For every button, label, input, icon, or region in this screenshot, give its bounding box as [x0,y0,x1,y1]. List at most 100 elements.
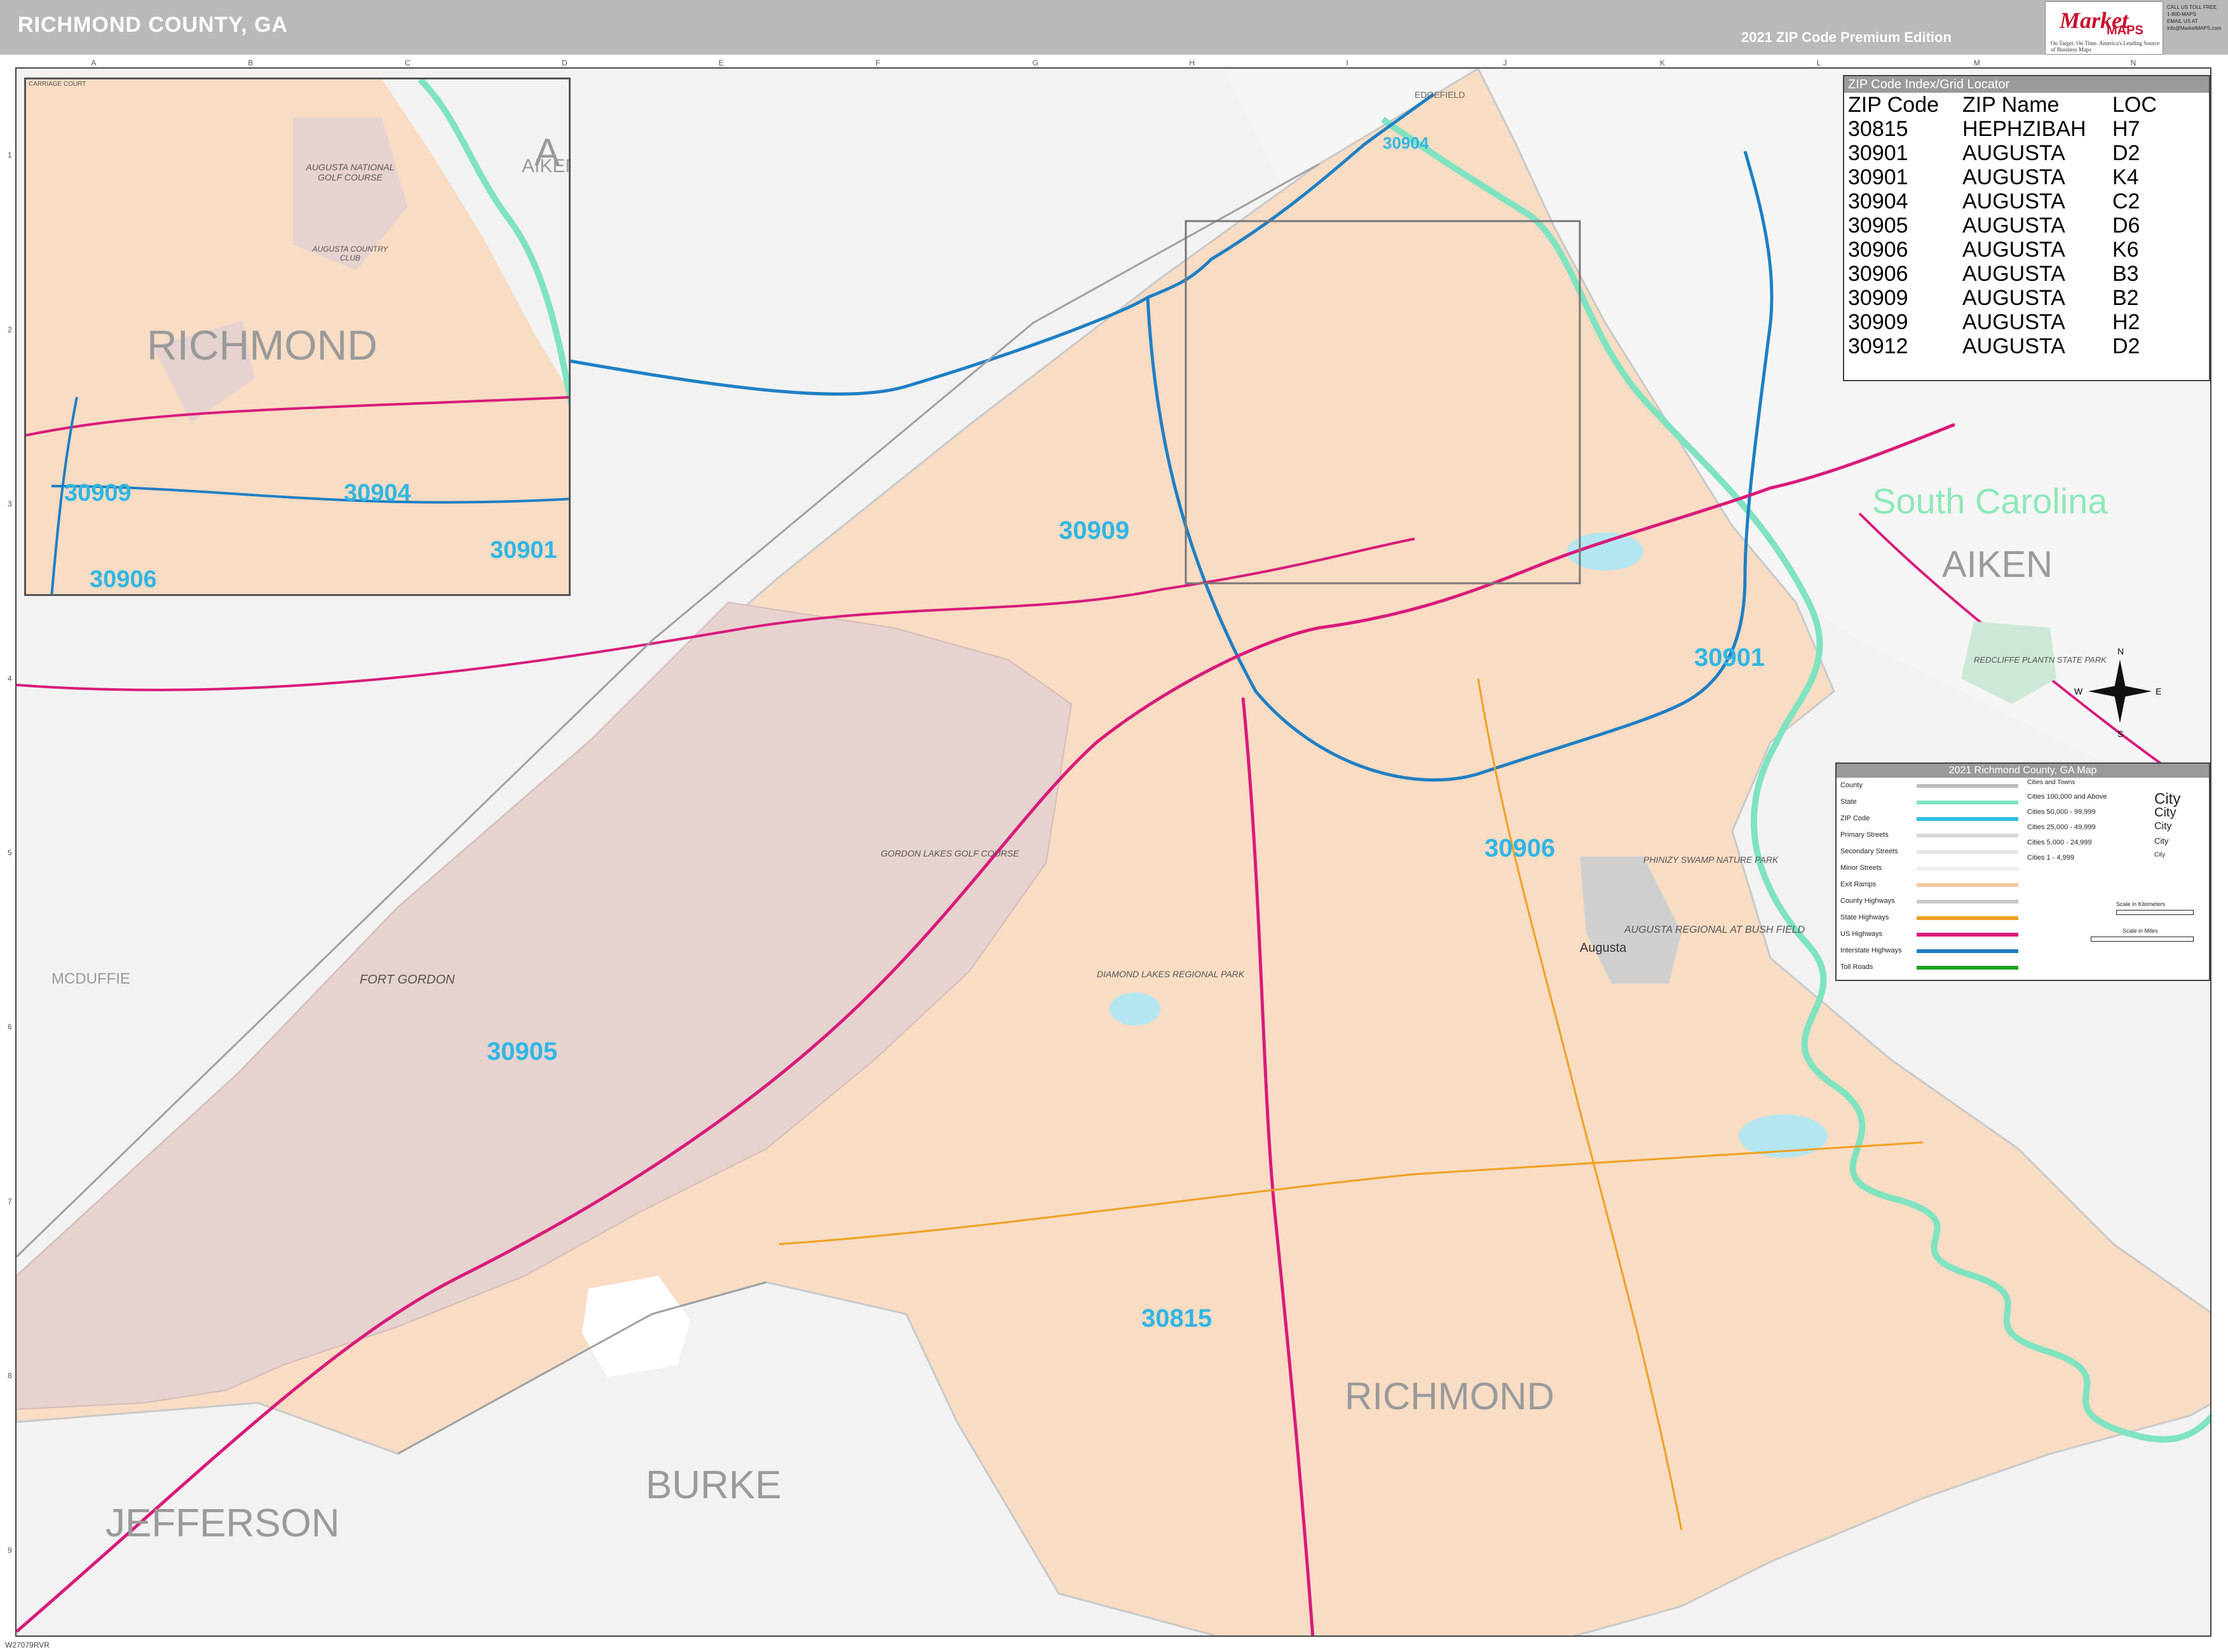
legend-item-label: Primary Streets [1840,831,1889,839]
county-label-aiken: AIKEN [1942,544,2053,585]
grid-row-label: 4 [8,674,12,683]
legend-item-label: US Highways [1840,930,1883,938]
legend-item-swatch [1917,867,2018,870]
grid-row-label: 1 [8,151,12,160]
zip-index-row: 30909 AUGUSTA H2 [1848,310,2189,334]
grid-column-label: H [1189,58,1195,67]
legend-cities-heading: Cities and Towns [2027,779,2075,786]
zip-index-col-zip: ZIP Code [1848,93,1939,117]
county-label-richmond: RICHMOND [1345,1375,1554,1418]
compass-s: S [2117,729,2123,739]
city-label-augusta: Augusta [1580,941,1627,955]
grid-row-label: 3 [8,499,12,509]
contact-line: info@MarketMAPS.com [2167,25,2222,31]
zip-code-cell: 30815 [1848,117,1908,141]
zip-name-cell: AUGUSTA [1962,262,2065,286]
place-label: AUGUSTA REGIONAL AT BUSH FIELD [1624,924,1805,935]
zip-label: 30909 [1059,517,1129,545]
zip-label: 30815 [1141,1304,1212,1332]
legend-scale-mi: Scale in Miles [2123,928,2158,934]
zip-name-cell: AUGUSTA [1962,334,2065,358]
grid-column-label: C [405,58,411,67]
grid-column-label: M [1973,58,1980,67]
legend-city-sample: City [2154,821,2172,832]
zip-name-cell: AUGUSTA [1962,213,2065,238]
zip-index-col-loc: LOC [2112,93,2157,117]
grid-column-label: A [91,58,97,67]
zip-index-body: 30815 HEPHZIBAH H7 30901 AUGUSTA D2 30901 AUGUS… [1848,117,2189,358]
legend-scale-bar-km [2116,910,2194,915]
legend-item-label: County Highways [1840,897,1895,905]
zip-label: 30904 [1383,133,1429,152]
zip-name-cell: AUGUSTA [1962,238,2065,262]
legend-item-swatch [1917,834,2018,837]
inset-title: CARRIAGE COURT [29,81,86,88]
contact-info: CALL US TOLL FREE 1-800-MAPS EMAIL US AT… [2167,4,2224,32]
grid-column-label: D [562,58,567,67]
inset-zip-label: 30904 [344,480,411,506]
legend-scale-km: Scale in Kilometers [2116,901,2166,907]
state-label: South Carolina [1872,481,2108,521]
legend-item-swatch [1917,966,2018,970]
edition-label: 2021 ZIP Code Premium Edition [1741,29,1952,45]
legend-city-label: Cities 100,000 and Above [2027,793,2107,801]
legend-city-sample: City [2154,851,2166,858]
lake [1110,992,1160,1026]
legend-item-swatch [1917,900,2018,904]
zip-name-cell: AUGUSTA [1962,310,2065,334]
grid-loc-cell: H2 [2112,310,2140,334]
zip-name-cell: AUGUSTA [1962,141,2065,165]
grid-column-label: G [1032,58,1038,67]
legend-item-label: Minor Streets [1840,864,1882,872]
zip-code-cell: 30904 [1848,189,1908,213]
legend-item-swatch [1917,933,2018,937]
place-label: GORDON LAKES GOLF COURSE [881,848,1019,858]
zip-code-cell: 30909 [1848,310,1908,334]
compass-e: E [2156,686,2161,696]
legend-item-label: State [1840,798,1857,806]
zip-index-row: 30901 AUGUSTA K4 [1848,165,2189,189]
grid-row-label: 8 [8,1371,12,1381]
zip-code-cell: 30901 [1848,165,1908,189]
zip-code-cell: 30906 [1848,262,1908,286]
inset-aiken-label: AIKEN [522,156,569,177]
zip-name-cell: AUGUSTA [1962,165,2065,189]
legend-item-label: Interstate Highways [1840,947,1902,954]
grid-row-label: 5 [8,848,12,857]
legend-item-label: Secondary Streets [1840,848,1898,855]
legend-city-sample: City [2154,836,2169,846]
legend-city-label: Cities 1 - 4,999 [2027,854,2074,862]
zip-index-row: 30909 AUGUSTA B2 [1848,286,2189,310]
grid-column-label: L [1816,58,1821,67]
place-label: PHINIZY SWAMP NATURE PARK [1643,855,1779,865]
inset-zip-label: 30909 [64,480,132,506]
zip-index-row: 30912 AUGUSTA D2 [1848,334,2189,358]
grid-loc-cell: D2 [2112,334,2140,358]
zip-label: 30905 [487,1038,557,1066]
legend-item-label: ZIP Code [1840,815,1870,822]
grid-loc-cell: C2 [2112,189,2140,213]
inset-map[interactable]: CARRIAGE COURT RICHMOND A AIKEN 30909 30… [24,78,571,596]
zip-index-row: 30906 AUGUSTA B3 [1848,262,2189,286]
zip-code-cell: 30912 [1848,334,1908,358]
legend-item-swatch [1917,883,2018,887]
zip-index-col-name: ZIP Name [1962,93,2060,117]
legend-item-swatch [1917,916,2018,920]
place-label: DIAMOND LAKES REGIONAL PARK [1097,969,1245,979]
place-label: EDGEFIELD [1415,90,1465,100]
logo-tagline: On Target. On Time. America's Leading So… [2051,40,2160,53]
zip-code-cell: 30905 [1848,213,1908,238]
legend-city-label: Cities 25,000 - 49,999 [2027,823,2096,831]
zip-index-row: 30905 AUGUSTA D6 [1848,213,2189,238]
zip-label: 30906 [1484,834,1555,862]
zip-index-row: 30904 AUGUSTA C2 [1848,189,2189,213]
legend-scale-bar-mi [2091,937,2194,942]
header-bar: RICHMOND COUNTY, GA 2021 ZIP Code Premiu… [0,0,2228,55]
inset-place-label: AUGUSTA NATIONAL GOLF COURSE [306,162,395,182]
contact-line: 1-800-MAPS [2167,11,2196,17]
legend-item-swatch [1917,817,2018,821]
grid-loc-cell: B2 [2112,286,2139,310]
grid-loc-cell: D6 [2112,213,2140,238]
legend-city-label: Cities 50,000 - 99,999 [2027,808,2096,816]
county-label-mcduffie: MCDUFFIE [51,970,130,987]
